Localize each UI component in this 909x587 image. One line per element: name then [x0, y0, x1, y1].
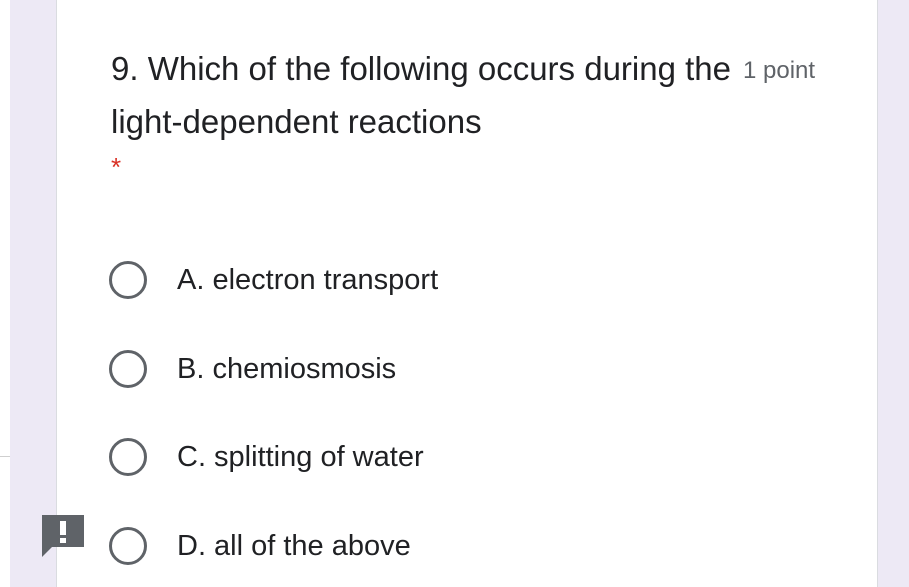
option-b[interactable]: B. chemiosmosis [109, 345, 396, 393]
option-label: B. chemiosmosis [177, 352, 397, 385]
option-label: A. electron transport [177, 263, 439, 296]
required-asterisk: * [111, 152, 122, 182]
report-feedback-icon[interactable] [40, 513, 86, 559]
option-label: D. all of the above [177, 529, 411, 562]
option-label: C. splitting of water [177, 440, 424, 473]
left-page-strip [0, 0, 10, 587]
radio-unchecked-icon[interactable] [109, 527, 147, 565]
option-c[interactable]: C. splitting of water [109, 433, 424, 481]
radio-unchecked-icon[interactable] [109, 261, 147, 299]
question-points: 1 point [743, 57, 816, 84]
question-card: 9. Which of the following occurs during … [56, 0, 878, 587]
radio-unchecked-icon[interactable] [109, 438, 147, 476]
radio-unchecked-icon[interactable] [109, 350, 147, 388]
left-strip-divider [0, 456, 10, 457]
option-a[interactable]: A. electron transport [109, 256, 438, 304]
question-title: 9. Which of the following occurs during … [111, 50, 731, 140]
option-d[interactable]: D. all of the above [109, 522, 411, 570]
